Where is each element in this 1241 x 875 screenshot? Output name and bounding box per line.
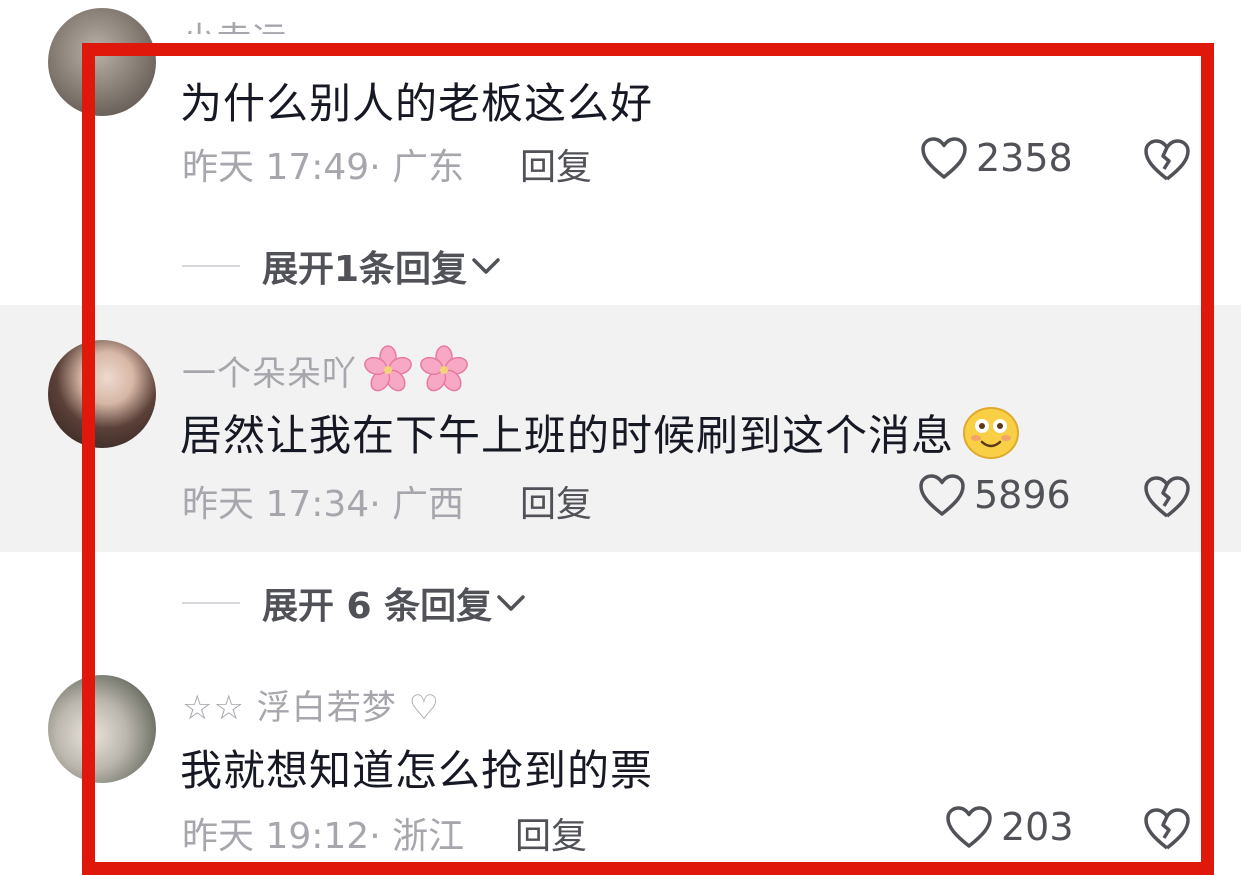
smiling-emoji-icon bbox=[963, 406, 1020, 459]
reply-button[interactable]: 回复 bbox=[520, 138, 592, 190]
expand-replies-button[interactable]: 展开1条回复 bbox=[182, 240, 501, 292]
heart-outline-icon bbox=[946, 806, 992, 848]
heart-outline-icon bbox=[919, 474, 965, 516]
avatar[interactable] bbox=[48, 8, 156, 116]
avatar[interactable] bbox=[48, 675, 156, 783]
like-count: 203 bbox=[1001, 805, 1074, 849]
username[interactable]: 小幸运 bbox=[182, 12, 287, 34]
like-count: 2358 bbox=[976, 136, 1073, 180]
comment-item: 小幸运 为什么别人的老板这么好 昨天 17:49· 广东 回复 2358 展开1… bbox=[0, 0, 1241, 305]
heart-outline-icon bbox=[921, 137, 967, 179]
like-button[interactable]: 5896 bbox=[918, 473, 1071, 517]
comment-meta: 昨天 17:49· 广东 bbox=[182, 147, 465, 188]
expand-replies-label: 展开1条回复 bbox=[262, 249, 468, 290]
broken-heart-icon[interactable] bbox=[1142, 138, 1192, 182]
cherry-blossom-icon bbox=[364, 345, 412, 392]
broken-heart-icon[interactable] bbox=[1142, 475, 1192, 519]
comment-item: 一个朵朵吖 居然让我在下午上班的时候刷到这个消息 昨天 17:34· 广西 回复… bbox=[0, 305, 1241, 552]
comment-text: 为什么别人的老板这么好 bbox=[180, 79, 654, 128]
reply-button[interactable]: 回复 bbox=[520, 475, 592, 527]
username[interactable]: ☆☆ 浮白若梦 ♡ bbox=[182, 680, 440, 729]
like-button[interactable]: 203 bbox=[945, 805, 1074, 849]
comment-meta: 昨天 19:12· 浙江 bbox=[182, 816, 465, 857]
chevron-down-icon bbox=[472, 258, 500, 274]
username: 一个朵朵吖 bbox=[182, 353, 357, 394]
comment-meta: 昨天 17:34· 广西 bbox=[182, 484, 465, 525]
comment-item: ☆☆ 浮白若梦 ♡ 我就想知道怎么抢到的票 昨天 19:12· 浙江 回复 20… bbox=[0, 552, 1241, 864]
like-count: 5896 bbox=[974, 473, 1071, 517]
comment-text: 我就想知道怎么抢到的票 bbox=[180, 746, 654, 795]
comment-text: 居然让我在下午上班的时候刷到这个消息 bbox=[180, 411, 955, 460]
reply-button[interactable]: 回复 bbox=[515, 807, 587, 859]
avatar[interactable] bbox=[48, 340, 156, 448]
cherry-blossom-icon bbox=[420, 345, 468, 392]
divider bbox=[182, 265, 240, 267]
comment-text-row: 居然让我在下午上班的时候刷到这个消息 bbox=[180, 402, 1020, 463]
like-button[interactable]: 2358 bbox=[920, 136, 1073, 180]
username-row[interactable]: 一个朵朵吖 bbox=[182, 345, 469, 395]
broken-heart-icon[interactable] bbox=[1142, 807, 1192, 851]
